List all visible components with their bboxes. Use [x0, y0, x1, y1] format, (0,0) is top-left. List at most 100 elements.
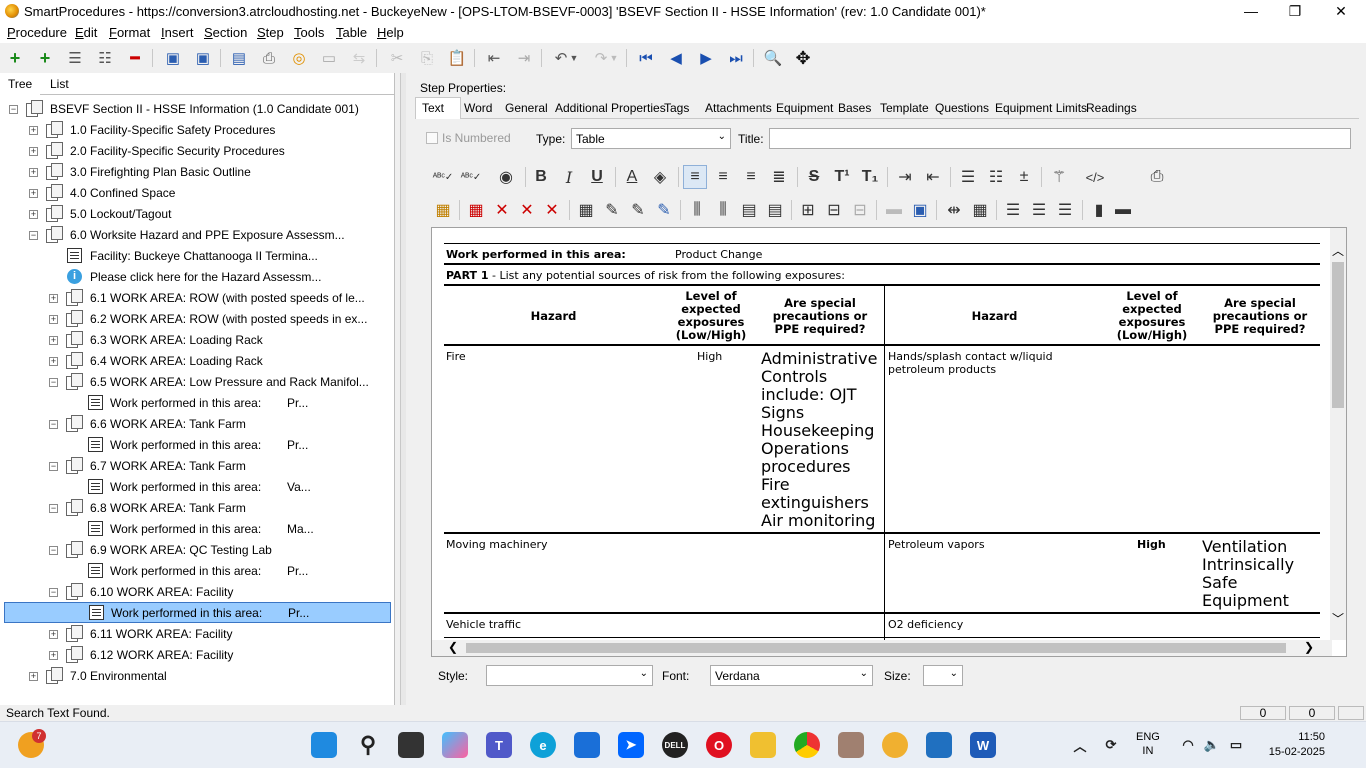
- title-input[interactable]: [769, 128, 1351, 149]
- menu-format[interactable]: Format: [109, 25, 150, 40]
- expand-icon[interactable]: +: [29, 126, 38, 135]
- tab-list[interactable]: List: [50, 77, 69, 91]
- bold-icon[interactable]: B: [529, 165, 553, 189]
- increase-indent-icon[interactable]: ⇥: [893, 165, 917, 189]
- horizontal-rule-icon[interactable]: ±: [1012, 165, 1036, 189]
- tab-word[interactable]: Word: [464, 101, 492, 115]
- tab-bases[interactable]: Bases: [838, 101, 871, 115]
- save-icon[interactable]: ▣: [192, 47, 214, 69]
- menu-table[interactable]: Table: [336, 25, 367, 40]
- insert-row-below-icon[interactable]: ▤: [763, 198, 787, 222]
- collapse-icon[interactable]: −: [49, 504, 58, 513]
- copy-icon[interactable]: ⎘: [416, 47, 438, 69]
- cell-edit-icon[interactable]: ✎: [626, 198, 650, 222]
- maximize-button[interactable]: ❐: [1272, 0, 1318, 23]
- tab-equipment[interactable]: Equipment: [776, 101, 833, 115]
- menu-procedure[interactable]: Procedure: [7, 25, 67, 40]
- menu-section[interactable]: Section: [204, 25, 247, 40]
- insert-column-left-icon[interactable]: ⫼: [685, 198, 709, 222]
- volume-icon[interactable]: 🔈: [1199, 732, 1225, 758]
- file-explorer-icon[interactable]: [750, 732, 776, 758]
- link-icon[interactable]: ◎: [288, 47, 310, 69]
- align-right-icon[interactable]: ≡: [739, 165, 763, 189]
- fill-color-icon[interactable]: ◈: [648, 165, 672, 189]
- tab-tree[interactable]: Tree: [8, 77, 32, 91]
- network-icon[interactable]: ⟳: [1098, 732, 1124, 758]
- publish-icon[interactable]: ▤: [228, 47, 250, 69]
- expand-icon[interactable]: +: [29, 189, 38, 198]
- collapse-icon[interactable]: −: [49, 546, 58, 555]
- scroll-left-icon[interactable]: ❮: [448, 640, 458, 654]
- outdent-icon[interactable]: ⇤: [483, 47, 505, 69]
- chrome-icon[interactable]: [794, 732, 820, 758]
- ink-icon[interactable]: ◉: [494, 165, 518, 189]
- previous-icon[interactable]: ◀: [665, 47, 687, 69]
- expand-icon[interactable]: +: [29, 210, 38, 219]
- first-icon[interactable]: ⏮: [635, 47, 657, 69]
- scroll-down-icon[interactable]: ﹀: [1332, 610, 1344, 627]
- valign-top-icon[interactable]: ☰: [1001, 198, 1025, 222]
- next-icon[interactable]: ▶: [695, 47, 717, 69]
- expand-icon[interactable]: +: [49, 294, 58, 303]
- font-select[interactable]: Verdana ⌄: [710, 665, 873, 686]
- tab-questions[interactable]: Questions: [935, 101, 989, 115]
- print-icon[interactable]: ⎙: [258, 47, 280, 69]
- windows-start-icon[interactable]: [311, 732, 337, 758]
- style-select[interactable]: ⌄: [486, 665, 653, 686]
- dell-icon[interactable]: DELL: [662, 732, 688, 758]
- tab-general[interactable]: General: [505, 101, 548, 115]
- numbered-list-icon[interactable]: ☷: [984, 165, 1008, 189]
- tab-template[interactable]: Template: [880, 101, 929, 115]
- remote-app-icon[interactable]: [838, 732, 864, 758]
- bullet-list-icon[interactable]: ☰: [956, 165, 980, 189]
- collapse-icon[interactable]: −: [49, 462, 58, 471]
- collapse-icon[interactable]: −: [29, 231, 38, 240]
- tab-attachments[interactable]: Attachments: [705, 101, 772, 115]
- step-text-editor[interactable]: Work performed in this area: Product Cha…: [431, 227, 1347, 657]
- add-child-icon[interactable]: +: [34, 47, 56, 69]
- wifi-icon[interactable]: ◠: [1175, 732, 1201, 758]
- indent-icon[interactable]: ⇥: [513, 47, 535, 69]
- tab-readings[interactable]: Readings: [1086, 101, 1137, 115]
- html-source-icon[interactable]: </>: [1083, 165, 1107, 189]
- scroll-up-icon[interactable]: ︿: [1332, 242, 1344, 259]
- expand-icon[interactable]: +: [49, 336, 58, 345]
- move-icon[interactable]: ✥: [792, 47, 814, 69]
- strikethrough-icon[interactable]: S: [802, 165, 826, 189]
- merge-cells-icon[interactable]: ⊞: [796, 198, 820, 222]
- cell-props-icon[interactable]: ✎: [652, 198, 676, 222]
- scroll-right-icon[interactable]: ❯: [1304, 640, 1314, 654]
- is-numbered-checkbox[interactable]: [426, 132, 438, 144]
- superscript-icon[interactable]: T¹: [830, 165, 854, 189]
- expand-icon[interactable]: +: [29, 147, 38, 156]
- delete-row-icon[interactable]: ✕: [490, 198, 514, 222]
- insert-table-icon[interactable]: ▦: [431, 198, 455, 222]
- pill-icon[interactable]: ▬: [1111, 198, 1135, 222]
- collapse-icon[interactable]: −: [9, 105, 18, 114]
- battery-icon[interactable]: ▭: [1223, 732, 1249, 758]
- delete-table-icon[interactable]: ▦: [464, 198, 488, 222]
- tab-additional-properties[interactable]: Additional Properties: [555, 101, 666, 115]
- delete-column-icon[interactable]: ✕: [515, 198, 539, 222]
- tree-step-work-6-10-selected[interactable]: Work performed in this area: Pr...: [4, 602, 391, 623]
- pane-splitter[interactable]: [400, 73, 406, 705]
- align-center-icon[interactable]: ≡: [711, 165, 735, 189]
- delete-cell-icon[interactable]: ✕: [540, 198, 564, 222]
- edge-icon[interactable]: e: [530, 732, 556, 758]
- spellcheck-icon[interactable]: ᴬᴮᶜ✓: [431, 165, 455, 189]
- smartprocedures-taskbar-icon[interactable]: [882, 732, 908, 758]
- clock[interactable]: 11:50 15-02-2025: [1255, 730, 1325, 760]
- valign-bottom-icon[interactable]: ☰: [1053, 198, 1077, 222]
- chevron-up-icon[interactable]: ︿: [1067, 732, 1093, 758]
- insert-row-icon[interactable]: ▤: [737, 198, 761, 222]
- row-height-icon[interactable]: ▬: [882, 198, 906, 222]
- minimize-button[interactable]: —: [1228, 0, 1274, 23]
- menu-tools[interactable]: Tools: [294, 25, 324, 40]
- collapse-icon[interactable]: −: [49, 588, 58, 597]
- store-icon[interactable]: [574, 732, 600, 758]
- copilot-icon[interactable]: [442, 732, 468, 758]
- underline-icon[interactable]: U: [585, 165, 609, 189]
- italic-icon[interactable]: I: [557, 165, 581, 189]
- menu-insert[interactable]: Insert: [161, 25, 194, 40]
- spellcheck-all-icon[interactable]: ᴬᴮᶜ✓: [459, 165, 483, 189]
